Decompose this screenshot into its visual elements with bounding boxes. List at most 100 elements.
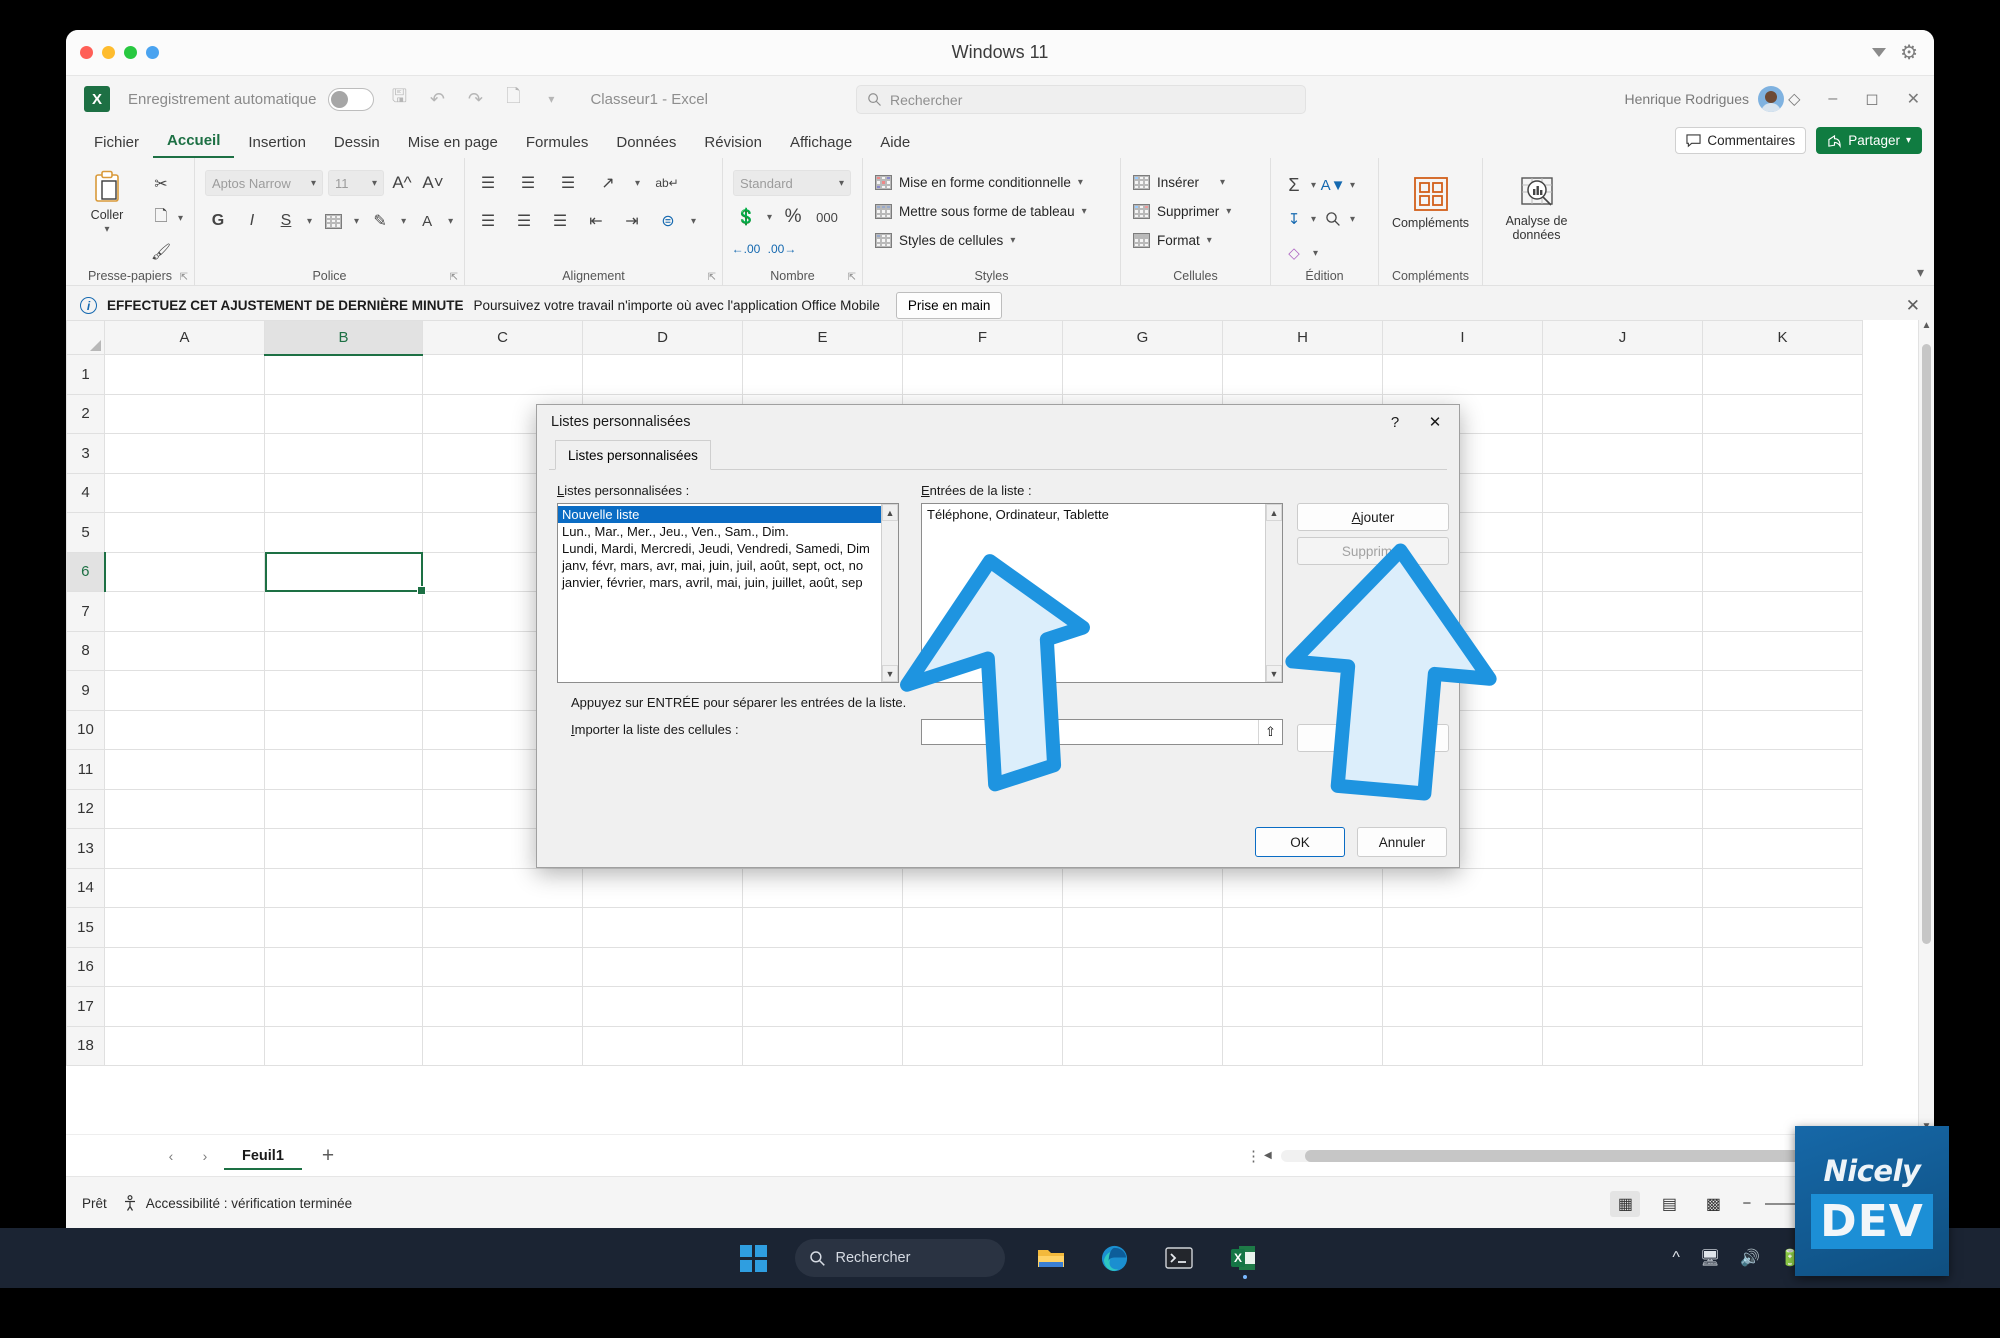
cell-H17[interactable]: [1222, 986, 1383, 1027]
cell-J16[interactable]: [1542, 946, 1703, 987]
add-sheet-button[interactable]: +: [306, 1144, 350, 1168]
cell-K3[interactable]: [1702, 433, 1863, 474]
network-icon[interactable]: 🖥: [1700, 1248, 1720, 1268]
cell-H1[interactable]: [1222, 354, 1383, 395]
list-item[interactable]: Nouvelle liste: [558, 506, 898, 523]
accounting-format-icon[interactable]: 💲: [733, 204, 759, 230]
chevron-down-icon[interactable]: ▾: [1078, 177, 1083, 188]
search-box[interactable]: Rechercher: [856, 85, 1306, 114]
chevron-down-icon[interactable]: ▾: [178, 213, 183, 224]
column-header-h[interactable]: H: [1222, 320, 1383, 355]
delete-button[interactable]: Supprimer: [1297, 537, 1449, 565]
fill-color-icon[interactable]: ✎: [367, 208, 393, 234]
chevron-down-icon[interactable]: ▾: [448, 216, 453, 227]
tab-revision[interactable]: Révision: [690, 130, 776, 158]
entries-textarea[interactable]: Téléphone, Ordinateur, Tablette ▲ ▼: [921, 503, 1283, 683]
cell-B10[interactable]: [264, 709, 423, 750]
row-header-1[interactable]: 1: [66, 354, 105, 395]
cell-J5[interactable]: [1542, 512, 1703, 553]
cell-K4[interactable]: [1702, 472, 1863, 513]
cell-K1[interactable]: [1702, 354, 1863, 395]
cell-J6[interactable]: [1542, 551, 1703, 592]
get-started-button[interactable]: Prise en main: [895, 292, 1003, 319]
clear-icon[interactable]: ◇: [1281, 240, 1307, 266]
taskbar-search-input[interactable]: Rechercher: [836, 1250, 911, 1266]
copy-icon[interactable]: 🗋: [148, 205, 174, 231]
cell-J8[interactable]: [1542, 630, 1703, 671]
cell-J9[interactable]: [1542, 670, 1703, 711]
cell-A4[interactable]: [104, 472, 265, 513]
windows-start-icon[interactable]: [739, 1244, 767, 1272]
sort-filter-icon[interactable]: A▼: [1320, 172, 1346, 198]
vertical-scrollbar[interactable]: ▲ ▼: [1918, 320, 1934, 1134]
wrap-text-icon[interactable]: ab↵: [654, 170, 680, 196]
find-select-icon[interactable]: [1320, 206, 1346, 232]
column-header-c[interactable]: C: [422, 320, 583, 355]
cell-F18[interactable]: [902, 1025, 1063, 1066]
cell-B15[interactable]: [264, 907, 423, 948]
cell-A11[interactable]: [104, 749, 265, 790]
row-header-18[interactable]: 18: [66, 1025, 105, 1066]
account-area[interactable]: Henrique Rodrigues: [1624, 86, 1784, 112]
cell-J11[interactable]: [1542, 749, 1703, 790]
cell-B5[interactable]: [264, 512, 423, 553]
row-header-7[interactable]: 7: [66, 591, 105, 632]
cell-K9[interactable]: [1702, 670, 1863, 711]
cell-F14[interactable]: [902, 867, 1063, 908]
cell-A1[interactable]: [104, 354, 265, 395]
help-icon[interactable]: ?: [1379, 409, 1411, 435]
scroll-up-icon[interactable]: ▲: [1266, 504, 1282, 521]
tab-mise-en-page[interactable]: Mise en page: [394, 130, 512, 158]
close-icon[interactable]: ✕: [1419, 409, 1451, 435]
cell-B3[interactable]: [264, 433, 423, 474]
cell-A15[interactable]: [104, 907, 265, 948]
cell-J7[interactable]: [1542, 591, 1703, 632]
chevron-down-icon[interactable]: ▾: [1082, 206, 1087, 217]
cell-E1[interactable]: [742, 354, 903, 395]
cell-B11[interactable]: [264, 749, 423, 790]
chevron-down-icon[interactable]: ▾: [1311, 214, 1316, 225]
row-header-13[interactable]: 13: [66, 828, 105, 869]
sheet-tab-feuil1[interactable]: Feuil1: [224, 1142, 302, 1170]
cell-A5[interactable]: [104, 512, 265, 553]
list-item[interactable]: janvier, février, mars, avril, mai, juin…: [558, 574, 898, 591]
file-explorer-icon[interactable]: [1033, 1240, 1069, 1276]
font-size-field[interactable]: 11 ▾: [328, 170, 384, 196]
cell-C14[interactable]: [422, 867, 583, 908]
column-header-i[interactable]: I: [1382, 320, 1543, 355]
column-header-j[interactable]: J: [1542, 320, 1703, 355]
redo-icon[interactable]: ↷: [462, 89, 488, 110]
cell-F1[interactable]: [902, 354, 1063, 395]
percent-style-button[interactable]: %: [780, 204, 806, 230]
chevron-down-icon[interactable]: ▾: [104, 224, 109, 235]
align-middle-icon[interactable]: ☰: [515, 170, 541, 196]
cell-D1[interactable]: [582, 354, 743, 395]
cut-icon[interactable]: ✂: [148, 171, 174, 197]
tab-formules[interactable]: Formules: [512, 130, 603, 158]
cell-C1[interactable]: [422, 354, 583, 395]
vertical-scroll-thumb[interactable]: [1922, 344, 1931, 944]
maximize-icon[interactable]: ◻: [1865, 89, 1878, 109]
cell-B8[interactable]: [264, 630, 423, 671]
cell-J1[interactable]: [1542, 354, 1703, 395]
decrease-decimal-icon[interactable]: .00→: [768, 236, 797, 262]
cell-styles-button[interactable]: Styles de cellules ▾: [873, 231, 1110, 250]
cell-G14[interactable]: [1062, 867, 1223, 908]
borders-icon[interactable]: [320, 208, 346, 234]
row-header-10[interactable]: 10: [66, 709, 105, 750]
autosum-icon[interactable]: Σ: [1281, 172, 1307, 198]
merge-cells-icon[interactable]: ⊜: [655, 208, 681, 234]
row-header-2[interactable]: 2: [66, 393, 105, 434]
row-header-9[interactable]: 9: [66, 670, 105, 711]
vertical-dots-icon[interactable]: ⋮: [1246, 1147, 1261, 1165]
cell-G18[interactable]: [1062, 1025, 1223, 1066]
cell-K18[interactable]: [1702, 1025, 1863, 1066]
cell-K2[interactable]: [1702, 393, 1863, 434]
cell-F15[interactable]: [902, 907, 1063, 948]
clipboard-dialog-launcher[interactable]: ⇱: [180, 272, 188, 283]
cell-J2[interactable]: [1542, 393, 1703, 434]
accessibility-status[interactable]: Accessibilité : vérification terminée: [123, 1195, 352, 1212]
cell-B2[interactable]: [264, 393, 423, 434]
row-header-4[interactable]: 4: [66, 472, 105, 513]
cell-B13[interactable]: [264, 828, 423, 869]
